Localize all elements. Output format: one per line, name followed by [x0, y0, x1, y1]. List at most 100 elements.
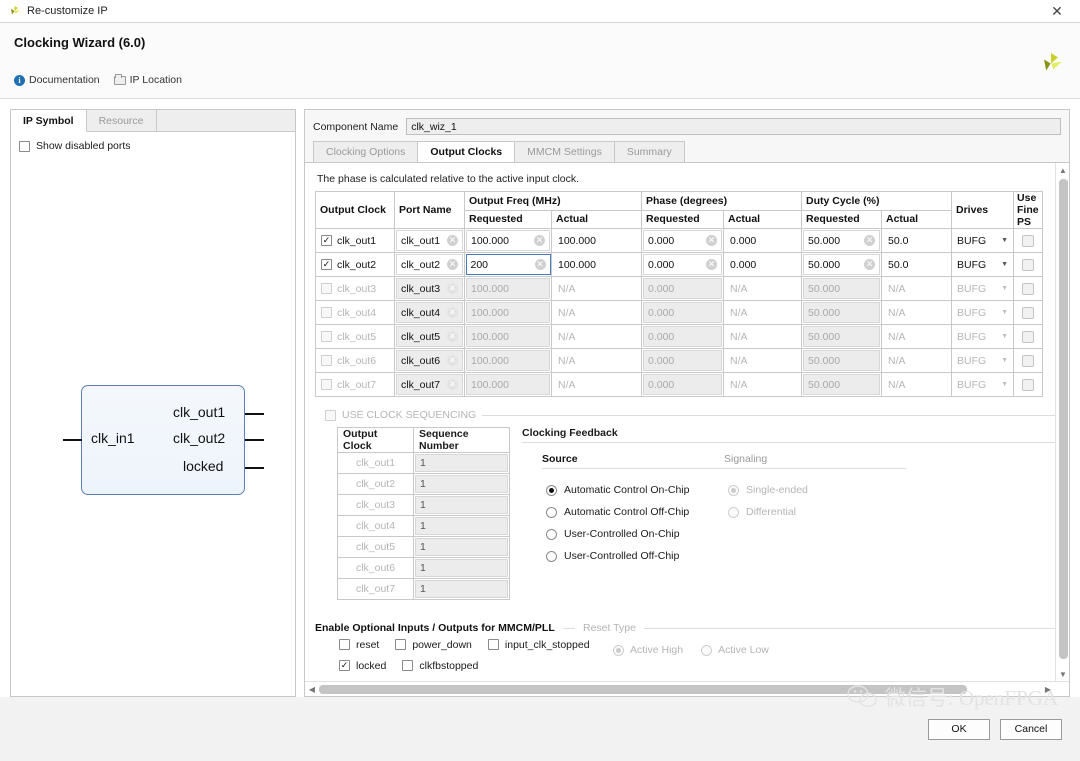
optional-io-item[interactable]: power_down: [395, 639, 472, 651]
clear-icon[interactable]: ✕: [447, 235, 458, 247]
use-fine-ps-checkbox-clk_out6[interactable]: [1022, 354, 1035, 367]
cell-phase-requested[interactable]: 0.000: [641, 348, 724, 374]
editable-cell[interactable]: 50.000 ✕: [803, 254, 880, 276]
clear-icon[interactable]: ✕: [447, 259, 458, 271]
cell-duty-requested[interactable]: 50.000: [801, 372, 882, 398]
editable-cell[interactable]: 50.000 ✕: [803, 230, 880, 252]
seq-number-field[interactable]: 1: [415, 559, 508, 578]
optional-checkbox-power_down[interactable]: [395, 639, 407, 651]
cell-drives[interactable]: BUFG ▼: [951, 228, 1015, 254]
clear-icon[interactable]: ✕: [534, 235, 545, 247]
cell-output-clock[interactable]: ✓ clk_out1: [315, 228, 395, 254]
use-fine-ps-checkbox-clk_out7[interactable]: [1022, 378, 1035, 391]
cell-port-name[interactable]: clk_out2 ✕: [394, 252, 465, 278]
cell-freq-requested[interactable]: 200 ✕: [464, 252, 552, 278]
clear-icon[interactable]: ✕: [447, 283, 458, 295]
cell-seq-number[interactable]: 1: [413, 515, 510, 538]
editable-cell[interactable]: 0.000: [643, 326, 722, 348]
seq-number-field[interactable]: 1: [415, 475, 508, 494]
optional-io-item[interactable]: ✓ locked: [339, 660, 386, 672]
optional-io-item[interactable]: clkfbstopped: [402, 660, 478, 672]
editable-cell[interactable]: 50.000: [803, 302, 880, 324]
cell-port-name[interactable]: clk_out7 ✕: [394, 372, 465, 398]
clear-icon[interactable]: ✕: [447, 355, 458, 367]
clear-icon[interactable]: ✕: [447, 307, 458, 319]
cancel-button[interactable]: Cancel: [1000, 718, 1062, 740]
use-fine-ps-checkbox-clk_out1[interactable]: [1022, 234, 1035, 247]
cell-port-name[interactable]: clk_out4 ✕: [394, 300, 465, 326]
clear-icon[interactable]: ✕: [864, 235, 875, 247]
enable-checkbox-clk_out5[interactable]: [321, 331, 332, 343]
chevron-down-icon[interactable]: ▼: [1001, 333, 1008, 340]
clear-icon[interactable]: ✕: [706, 235, 717, 247]
ok-button[interactable]: OK: [928, 718, 990, 740]
cell-drives[interactable]: BUFG ▼: [951, 276, 1015, 302]
cell-drives[interactable]: BUFG ▼: [951, 372, 1015, 398]
enable-checkbox-clk_out3[interactable]: [321, 283, 332, 295]
seq-number-field[interactable]: 1: [415, 454, 508, 473]
chevron-down-icon[interactable]: ▼: [1001, 357, 1008, 364]
cell-use-fine-ps[interactable]: [1013, 276, 1044, 302]
tab-resource[interactable]: Resource: [87, 110, 157, 131]
vertical-scrollbar[interactable]: ▲ ▼: [1055, 163, 1069, 681]
cell-output-clock[interactable]: clk_out5: [315, 324, 395, 350]
seq-number-field[interactable]: 1: [415, 517, 508, 536]
cell-port-name[interactable]: clk_out6 ✕: [394, 348, 465, 374]
cell-drives[interactable]: BUFG ▼: [951, 252, 1015, 278]
cell-output-clock[interactable]: clk_out7: [315, 372, 395, 398]
editable-cell[interactable]: 0.000 ✕: [643, 230, 722, 252]
cell-use-fine-ps[interactable]: [1013, 324, 1044, 350]
use-clock-sequencing-checkbox[interactable]: [325, 409, 336, 421]
cell-freq-requested[interactable]: 100.000: [464, 276, 552, 302]
cell-seq-number[interactable]: 1: [413, 557, 510, 580]
cell-duty-requested[interactable]: 50.000 ✕: [801, 228, 882, 254]
port-name-field[interactable]: clk_out1 ✕: [396, 230, 463, 252]
cell-use-fine-ps[interactable]: [1013, 348, 1044, 374]
cell-duty-requested[interactable]: 50.000: [801, 276, 882, 302]
component-name-input[interactable]: [406, 118, 1061, 135]
show-disabled-ports-row[interactable]: Show disabled ports: [19, 140, 287, 152]
horizontal-scrollbar[interactable]: ◀ ▶: [305, 681, 1069, 696]
editable-cell[interactable]: 100.000 ✕: [466, 230, 550, 252]
editable-cell[interactable]: 100.000: [466, 278, 550, 300]
enable-checkbox-clk_out7[interactable]: [321, 379, 332, 391]
chevron-down-icon[interactable]: ▼: [1001, 237, 1008, 244]
seq-number-field[interactable]: 1: [415, 580, 508, 599]
chevron-down-icon[interactable]: ▼: [1001, 309, 1008, 316]
scroll-left-icon[interactable]: ◀: [305, 682, 319, 696]
horizontal-scroll-thumb[interactable]: [319, 685, 967, 694]
use-fine-ps-checkbox-clk_out4[interactable]: [1022, 306, 1035, 319]
editable-cell[interactable]: 0.000: [643, 374, 722, 396]
clear-icon[interactable]: ✕: [706, 259, 717, 271]
optional-io-item[interactable]: reset: [339, 639, 379, 651]
editable-cell[interactable]: 50.000: [803, 326, 880, 348]
cell-duty-requested[interactable]: 50.000: [801, 300, 882, 326]
tab-output-clocks[interactable]: Output Clocks: [417, 141, 516, 162]
ip-location-link[interactable]: IP Location: [113, 73, 182, 86]
port-name-field[interactable]: clk_out6 ✕: [396, 350, 463, 372]
clear-icon[interactable]: ✕: [447, 379, 458, 391]
cell-seq-number[interactable]: 1: [413, 473, 510, 496]
editable-cell[interactable]: 0.000 ✕: [643, 254, 722, 276]
editable-cell[interactable]: 50.000: [803, 278, 880, 300]
port-name-field[interactable]: clk_out2 ✕: [396, 254, 463, 276]
cell-phase-requested[interactable]: 0.000 ✕: [641, 228, 724, 254]
cell-phase-requested[interactable]: 0.000: [641, 300, 724, 326]
cell-seq-number[interactable]: 1: [413, 578, 510, 601]
cell-output-clock[interactable]: ✓ clk_out2: [315, 252, 395, 278]
cell-freq-requested[interactable]: 100.000: [464, 300, 552, 326]
scroll-right-icon[interactable]: ▶: [1041, 682, 1055, 696]
enable-checkbox-clk_out4[interactable]: [321, 307, 332, 319]
port-name-field[interactable]: clk_out5 ✕: [396, 326, 463, 348]
source-radio-1[interactable]: [546, 506, 557, 518]
editable-cell[interactable]: 100.000: [466, 350, 550, 372]
cell-duty-requested[interactable]: 50.000: [801, 348, 882, 374]
clear-icon[interactable]: ✕: [864, 259, 875, 271]
cell-drives[interactable]: BUFG ▼: [951, 324, 1015, 350]
chevron-down-icon[interactable]: ▼: [1001, 261, 1008, 268]
cell-use-fine-ps[interactable]: [1013, 228, 1044, 254]
cell-drives[interactable]: BUFG ▼: [951, 348, 1015, 374]
seq-number-field[interactable]: 1: [415, 538, 508, 557]
port-name-field[interactable]: clk_out4 ✕: [396, 302, 463, 324]
source-option[interactable]: Automatic Control Off-Chip: [542, 501, 724, 523]
